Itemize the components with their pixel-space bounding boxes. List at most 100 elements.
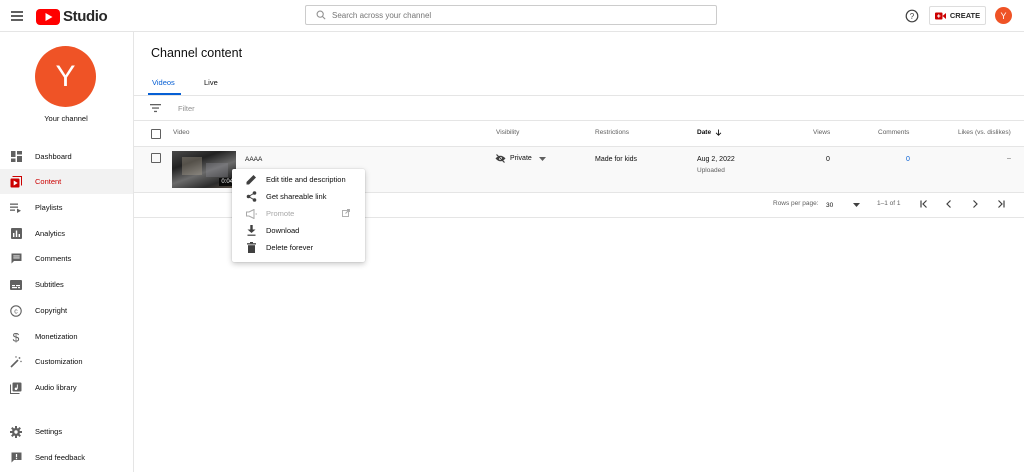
rows-per-page-label: Rows per page: xyxy=(773,200,819,207)
megaphone-icon xyxy=(246,208,257,219)
top-bar: Studio ? CREATE Y xyxy=(0,0,1024,32)
menu-item-promote[interactable]: Promote xyxy=(232,205,365,222)
search-icon xyxy=(316,10,326,20)
sidebar-item-copyright[interactable]: c Copyright xyxy=(0,298,133,323)
next-page-icon[interactable] xyxy=(970,199,980,209)
feedback-icon xyxy=(10,452,22,464)
sidebar-item-label: Dashboard xyxy=(35,152,72,161)
sidebar-item-dashboard[interactable]: Dashboard xyxy=(0,144,133,169)
sidebar-item-label: Subtitles xyxy=(35,280,64,289)
channel-label: Your channel xyxy=(44,114,88,123)
hamburger-menu-icon[interactable] xyxy=(8,7,26,25)
sidebar-item-label: Send feedback xyxy=(35,453,86,462)
menu-item-download[interactable]: Download xyxy=(232,222,365,239)
pencil-icon xyxy=(246,174,257,185)
sidebar-item-label: Customization xyxy=(35,357,83,366)
menu-item-label: Download xyxy=(266,226,300,235)
menu-item-label: Edit title and description xyxy=(266,175,346,184)
sidebar-item-comments[interactable]: Comments xyxy=(0,246,133,271)
thumbnail-detail xyxy=(182,157,202,175)
rows-per-page-dropdown[interactable]: 30 xyxy=(826,199,860,211)
chevron-down-icon xyxy=(853,203,860,207)
date-value: Aug 2, 2022 xyxy=(697,156,735,163)
page-title: Channel content xyxy=(151,46,243,60)
svg-text:c: c xyxy=(14,308,18,315)
sidebar-item-send-feedback[interactable]: Send feedback xyxy=(0,445,133,470)
sidebar-item-playlists[interactable]: Playlists xyxy=(0,195,133,220)
copyright-icon: c xyxy=(10,304,22,317)
logo-text: Studio xyxy=(63,8,108,25)
dashboard-icon xyxy=(10,151,22,163)
create-button[interactable]: CREATE xyxy=(929,6,986,25)
sidebar-item-label: Content xyxy=(35,177,62,186)
studio-logo[interactable]: Studio xyxy=(36,8,108,25)
share-icon xyxy=(246,191,257,202)
visibility-dropdown[interactable]: Private xyxy=(495,154,546,163)
likes-value: – xyxy=(1007,155,1011,162)
chevron-down-icon xyxy=(538,156,546,161)
column-header-views: Views xyxy=(813,129,831,136)
sidebar-item-customization[interactable]: Customization xyxy=(0,349,133,374)
content-icon xyxy=(10,175,22,188)
column-header-likes: Likes (vs. dislikes) xyxy=(958,129,1011,136)
svg-text:$: $ xyxy=(13,331,20,343)
help-icon[interactable]: ? xyxy=(905,9,919,23)
account-avatar[interactable]: Y xyxy=(995,7,1012,24)
sidebar-item-content[interactable]: Content xyxy=(0,169,133,194)
filter-icon[interactable] xyxy=(150,103,161,113)
restrictions-value: Made for kids xyxy=(595,156,638,163)
sort-down-arrow-icon xyxy=(715,129,722,136)
sidebar-item-subtitles[interactable]: Subtitles xyxy=(0,272,133,297)
channel-avatar[interactable]: Y xyxy=(35,46,96,107)
sidebar-item-label: Settings xyxy=(35,427,63,436)
filter-input[interactable]: Filter xyxy=(178,104,195,113)
rows-per-page-value: 30 xyxy=(826,201,834,209)
magic-wand-icon xyxy=(10,355,22,368)
eye-off-icon xyxy=(495,154,506,163)
last-page-icon[interactable] xyxy=(996,199,1006,209)
select-all-checkbox[interactable] xyxy=(151,129,161,139)
row-checkbox[interactable] xyxy=(151,153,161,163)
sidebar-item-label: Audio library xyxy=(35,383,77,392)
date-status: Uploaded xyxy=(697,167,725,174)
search-box[interactable] xyxy=(305,5,717,25)
trash-icon xyxy=(246,242,257,253)
sidebar: Y Your channel Dashboard Content Playlis… xyxy=(0,32,134,472)
sidebar-item-label: Playlists xyxy=(35,203,63,212)
menu-item-label: Get shareable link xyxy=(266,192,327,201)
previous-page-icon[interactable] xyxy=(944,199,954,209)
thumbnail-detail xyxy=(206,163,228,177)
menu-item-edit-title[interactable]: Edit title and description xyxy=(232,171,365,188)
sidebar-item-settings[interactable]: Settings xyxy=(0,419,133,444)
analytics-icon xyxy=(10,228,22,240)
column-header-date-label: Date xyxy=(697,129,712,136)
menu-item-label: Delete forever xyxy=(266,243,314,252)
video-options-menu: Edit title and description Get shareable… xyxy=(232,169,365,262)
tab-live[interactable]: Live xyxy=(204,78,218,87)
column-header-date[interactable]: Date xyxy=(697,129,722,136)
column-header-restrictions: Restrictions xyxy=(595,129,629,136)
column-header-visibility: Visibility xyxy=(496,129,520,136)
video-thumbnail[interactable]: 0:04 xyxy=(172,151,236,188)
pagination-range: 1–1 of 1 xyxy=(877,200,901,207)
views-value: 0 xyxy=(826,156,830,163)
divider xyxy=(134,95,1024,96)
video-title[interactable]: AAAA xyxy=(245,156,262,163)
comments-link[interactable]: 0 xyxy=(906,156,910,163)
search-input[interactable] xyxy=(332,10,692,20)
sidebar-item-analytics[interactable]: Analytics xyxy=(0,221,133,246)
menu-item-get-shareable-link[interactable]: Get shareable link xyxy=(232,188,365,205)
video-camera-icon xyxy=(934,12,946,19)
sidebar-item-label: Comments xyxy=(35,254,72,263)
menu-item-delete-forever[interactable]: Delete forever xyxy=(232,239,365,256)
tab-videos[interactable]: Videos xyxy=(152,78,175,87)
sidebar-item-monetization[interactable]: $ Monetization xyxy=(0,324,133,349)
external-link-icon xyxy=(342,209,350,217)
audio-library-icon xyxy=(10,382,22,394)
visibility-value: Private xyxy=(510,155,532,162)
sidebar-item-audio-library[interactable]: Audio library xyxy=(0,375,133,400)
playlist-icon xyxy=(10,202,22,214)
divider xyxy=(134,120,1024,121)
first-page-icon[interactable] xyxy=(919,199,929,209)
column-header-comments: Comments xyxy=(878,129,910,136)
